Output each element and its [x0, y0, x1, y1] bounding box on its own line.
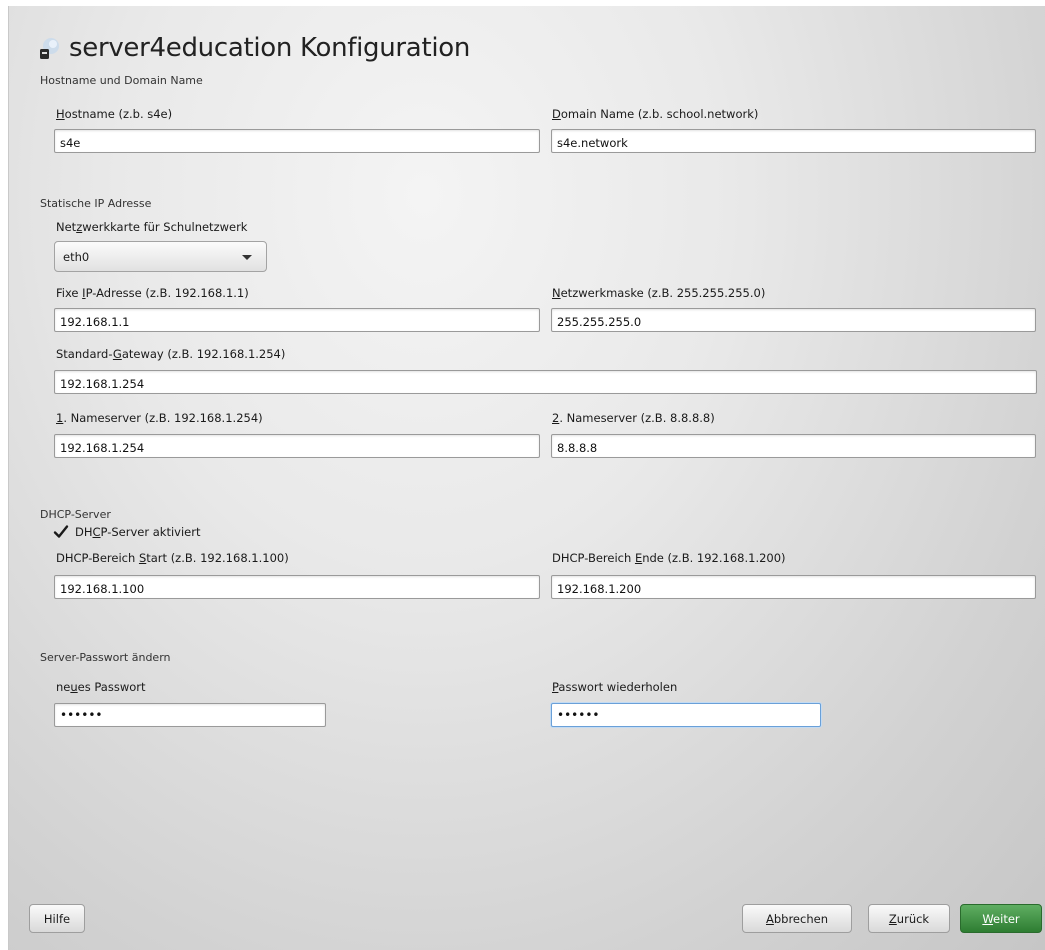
server-icon — [37, 37, 61, 61]
dhcp-enabled-label[interactable]: DHCP-Server aktiviert — [75, 525, 200, 539]
fixed-ip-input[interactable]: 192.168.1.1 — [54, 308, 540, 332]
netmask-input[interactable]: 255.255.255.0 — [551, 308, 1036, 332]
nic-select-value: eth0 — [63, 250, 90, 264]
nameserver2-label: 2. Nameserver (z.B. 8.8.8.8) — [552, 411, 715, 425]
dhcp-end-label: DHCP-Bereich Ende (z.B. 192.168.1.200) — [552, 551, 786, 565]
dialog-window: server4education Konfiguration Hostname … — [8, 6, 1045, 950]
checkmark-icon — [53, 525, 69, 538]
gateway-input[interactable]: 192.168.1.254 — [54, 370, 1037, 394]
section-dhcp: DHCP-Server — [40, 508, 111, 521]
domain-label: Domain Name (z.b. school.network) — [552, 107, 759, 121]
repeat-password-input[interactable]: •••••• — [551, 703, 821, 727]
fixed-ip-label: Fixe IP-Adresse (z.B. 192.168.1.1) — [56, 286, 249, 300]
hostname-label: Hostname (z.b. s4e) — [56, 107, 173, 121]
nameserver1-input[interactable]: 192.168.1.254 — [54, 434, 540, 458]
dhcp-start-input[interactable]: 192.168.1.100 — [54, 575, 540, 599]
next-button[interactable]: Weiter — [960, 904, 1042, 933]
help-button[interactable]: Hilfe — [29, 904, 85, 933]
nameserver1-label: 1. Nameserver (z.B. 192.168.1.254) — [56, 411, 263, 425]
hostname-input[interactable]: s4e — [54, 129, 540, 153]
domain-input[interactable]: s4e.network — [551, 129, 1036, 153]
new-password-label: neues Passwort — [56, 680, 146, 694]
section-password: Server-Passwort ändern — [40, 651, 171, 664]
nic-select[interactable]: eth0 — [54, 241, 267, 272]
back-button[interactable]: Zurück — [868, 904, 950, 933]
cancel-button[interactable]: Abbrechen — [742, 904, 852, 933]
dhcp-enabled-checkbox[interactable] — [53, 524, 69, 540]
netmask-label: Netzwerkmaske (z.B. 255.255.255.0) — [552, 286, 766, 300]
nameserver2-input[interactable]: 8.8.8.8 — [551, 434, 1036, 458]
section-hostname: Hostname und Domain Name — [40, 74, 203, 87]
repeat-password-label: Passwort wiederholen — [552, 680, 678, 694]
gateway-label: Standard-Gateway (z.B. 192.168.1.254) — [56, 347, 286, 361]
dhcp-end-input[interactable]: 192.168.1.200 — [551, 575, 1036, 599]
chevron-down-icon — [242, 255, 252, 260]
new-password-input[interactable]: •••••• — [54, 703, 326, 727]
nic-label: Netzwerkkarte für Schulnetzwerk — [56, 220, 248, 234]
page-title: server4education Konfiguration — [69, 33, 471, 63]
dhcp-start-label: DHCP-Bereich Start (z.B. 192.168.1.100) — [56, 551, 289, 565]
section-static-ip: Statische IP Adresse — [40, 197, 152, 210]
